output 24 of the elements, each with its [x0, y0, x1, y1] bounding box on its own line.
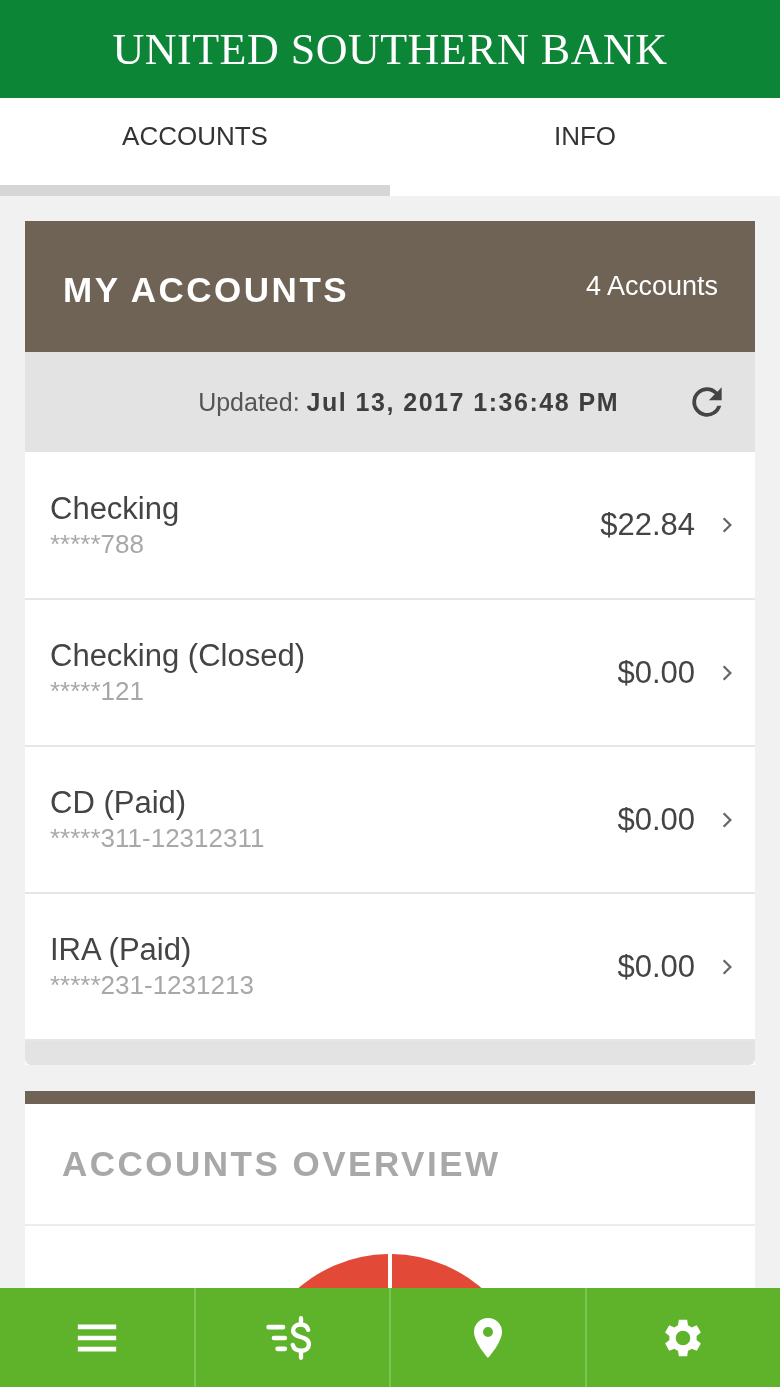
- updated-text: Updated: Jul 13, 2017 1:36:48 PM: [198, 387, 619, 417]
- account-balance: $0.00: [617, 801, 695, 838]
- chevron-icon: [721, 663, 733, 682]
- account-row[interactable]: CD (Paid) *****311-12312311 $0.00: [25, 747, 755, 894]
- account-balance: $0.00: [617, 654, 695, 691]
- account-name: IRA (Paid): [50, 932, 193, 968]
- overview-title: ACCOUNTS OVERVIEW: [62, 1144, 501, 1184]
- account-name: CD (Paid): [50, 785, 188, 821]
- chevron-icon: [721, 957, 733, 976]
- account-balance: $22.84: [600, 507, 695, 543]
- account-name: Checking (Closed): [50, 638, 306, 674]
- account-number: *****788: [50, 528, 145, 560]
- account-number: *****121: [50, 676, 145, 707]
- account-count: 4 Accounts: [585, 271, 718, 302]
- app-title: UNITED SOUTHERN BANK: [112, 23, 668, 75]
- account-number: *****311-12312311: [50, 823, 266, 854]
- chevron-icon: [721, 810, 733, 829]
- chevron-icon: [721, 516, 733, 534]
- account-name: Checking: [50, 490, 181, 527]
- account-row[interactable]: Checking (Closed) *****121 $0.00: [25, 600, 755, 747]
- account-number: *****231-1231213: [50, 970, 255, 1001]
- account-row[interactable]: Checking *****788 $22.84: [25, 452, 755, 600]
- account-balance: $0.00: [617, 948, 695, 985]
- card-title: MY ACCOUNTS: [63, 269, 350, 310]
